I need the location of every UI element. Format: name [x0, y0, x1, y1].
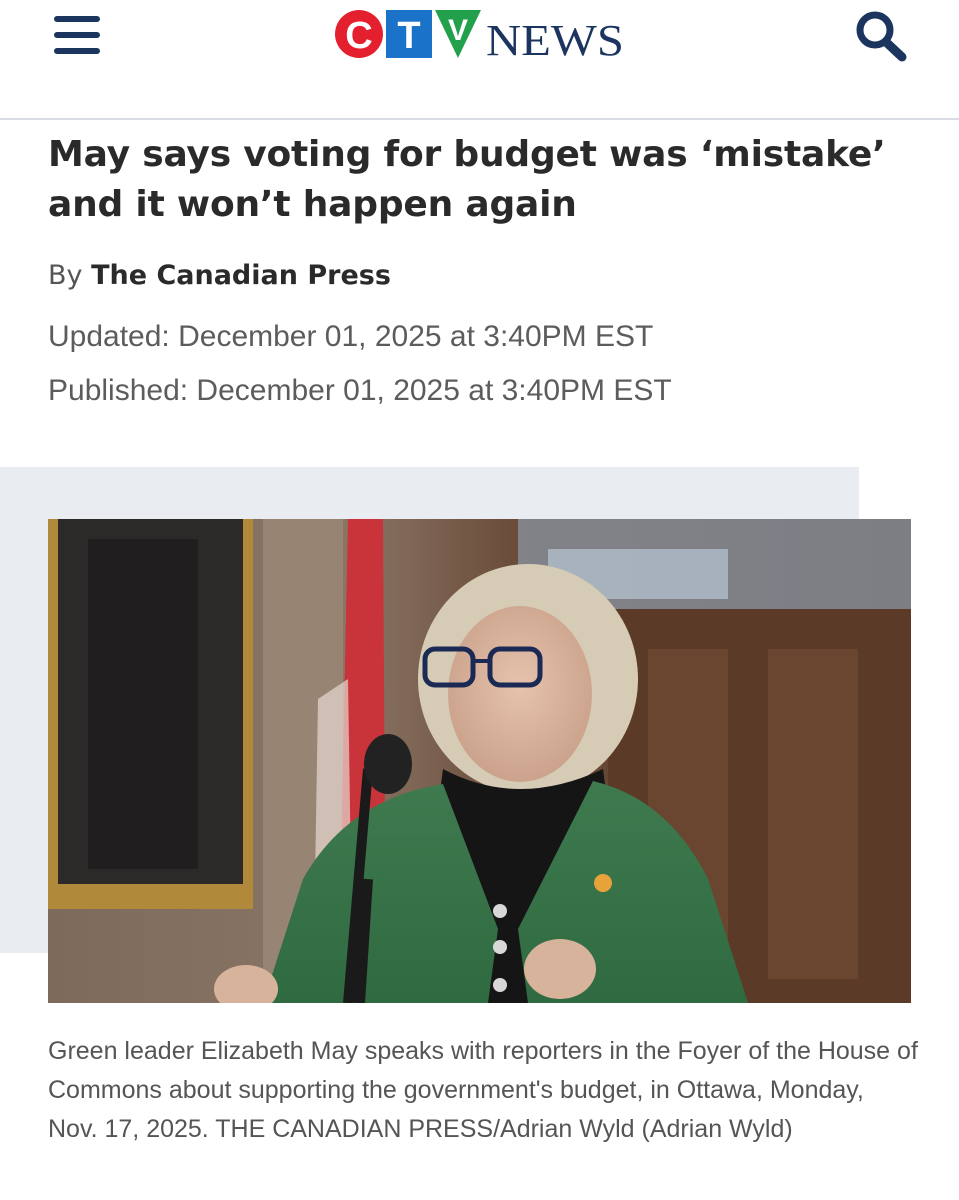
- author-link[interactable]: The Canadian Press: [91, 260, 391, 291]
- photo-caption: Green leader Elizabeth May speaks with r…: [48, 1037, 918, 1143]
- article-headline: May says voting for budget was ‘mistake’…: [48, 134, 886, 225]
- site-header: C T V NEWS: [0, 0, 959, 120]
- ctv-news-logo[interactable]: C T V NEWS: [334, 8, 626, 65]
- search-icon[interactable]: [852, 6, 910, 62]
- published-timestamp: Published: December 01, 2025 at 3:40PM E…: [48, 374, 672, 407]
- logo-letter-c: C: [345, 15, 372, 57]
- updated-timestamp: Updated: December 01, 2025 at 3:40PM EST: [48, 320, 654, 353]
- article-photo[interactable]: [48, 519, 911, 1003]
- logo-wordmark: NEWS: [486, 16, 624, 60]
- byline: By The Canadian Press: [48, 256, 391, 296]
- logo-letter-v: V: [448, 14, 468, 47]
- byline-prefix: By: [48, 260, 83, 291]
- logo-letter-t: T: [397, 15, 420, 57]
- hamburger-menu-icon[interactable]: [52, 14, 102, 56]
